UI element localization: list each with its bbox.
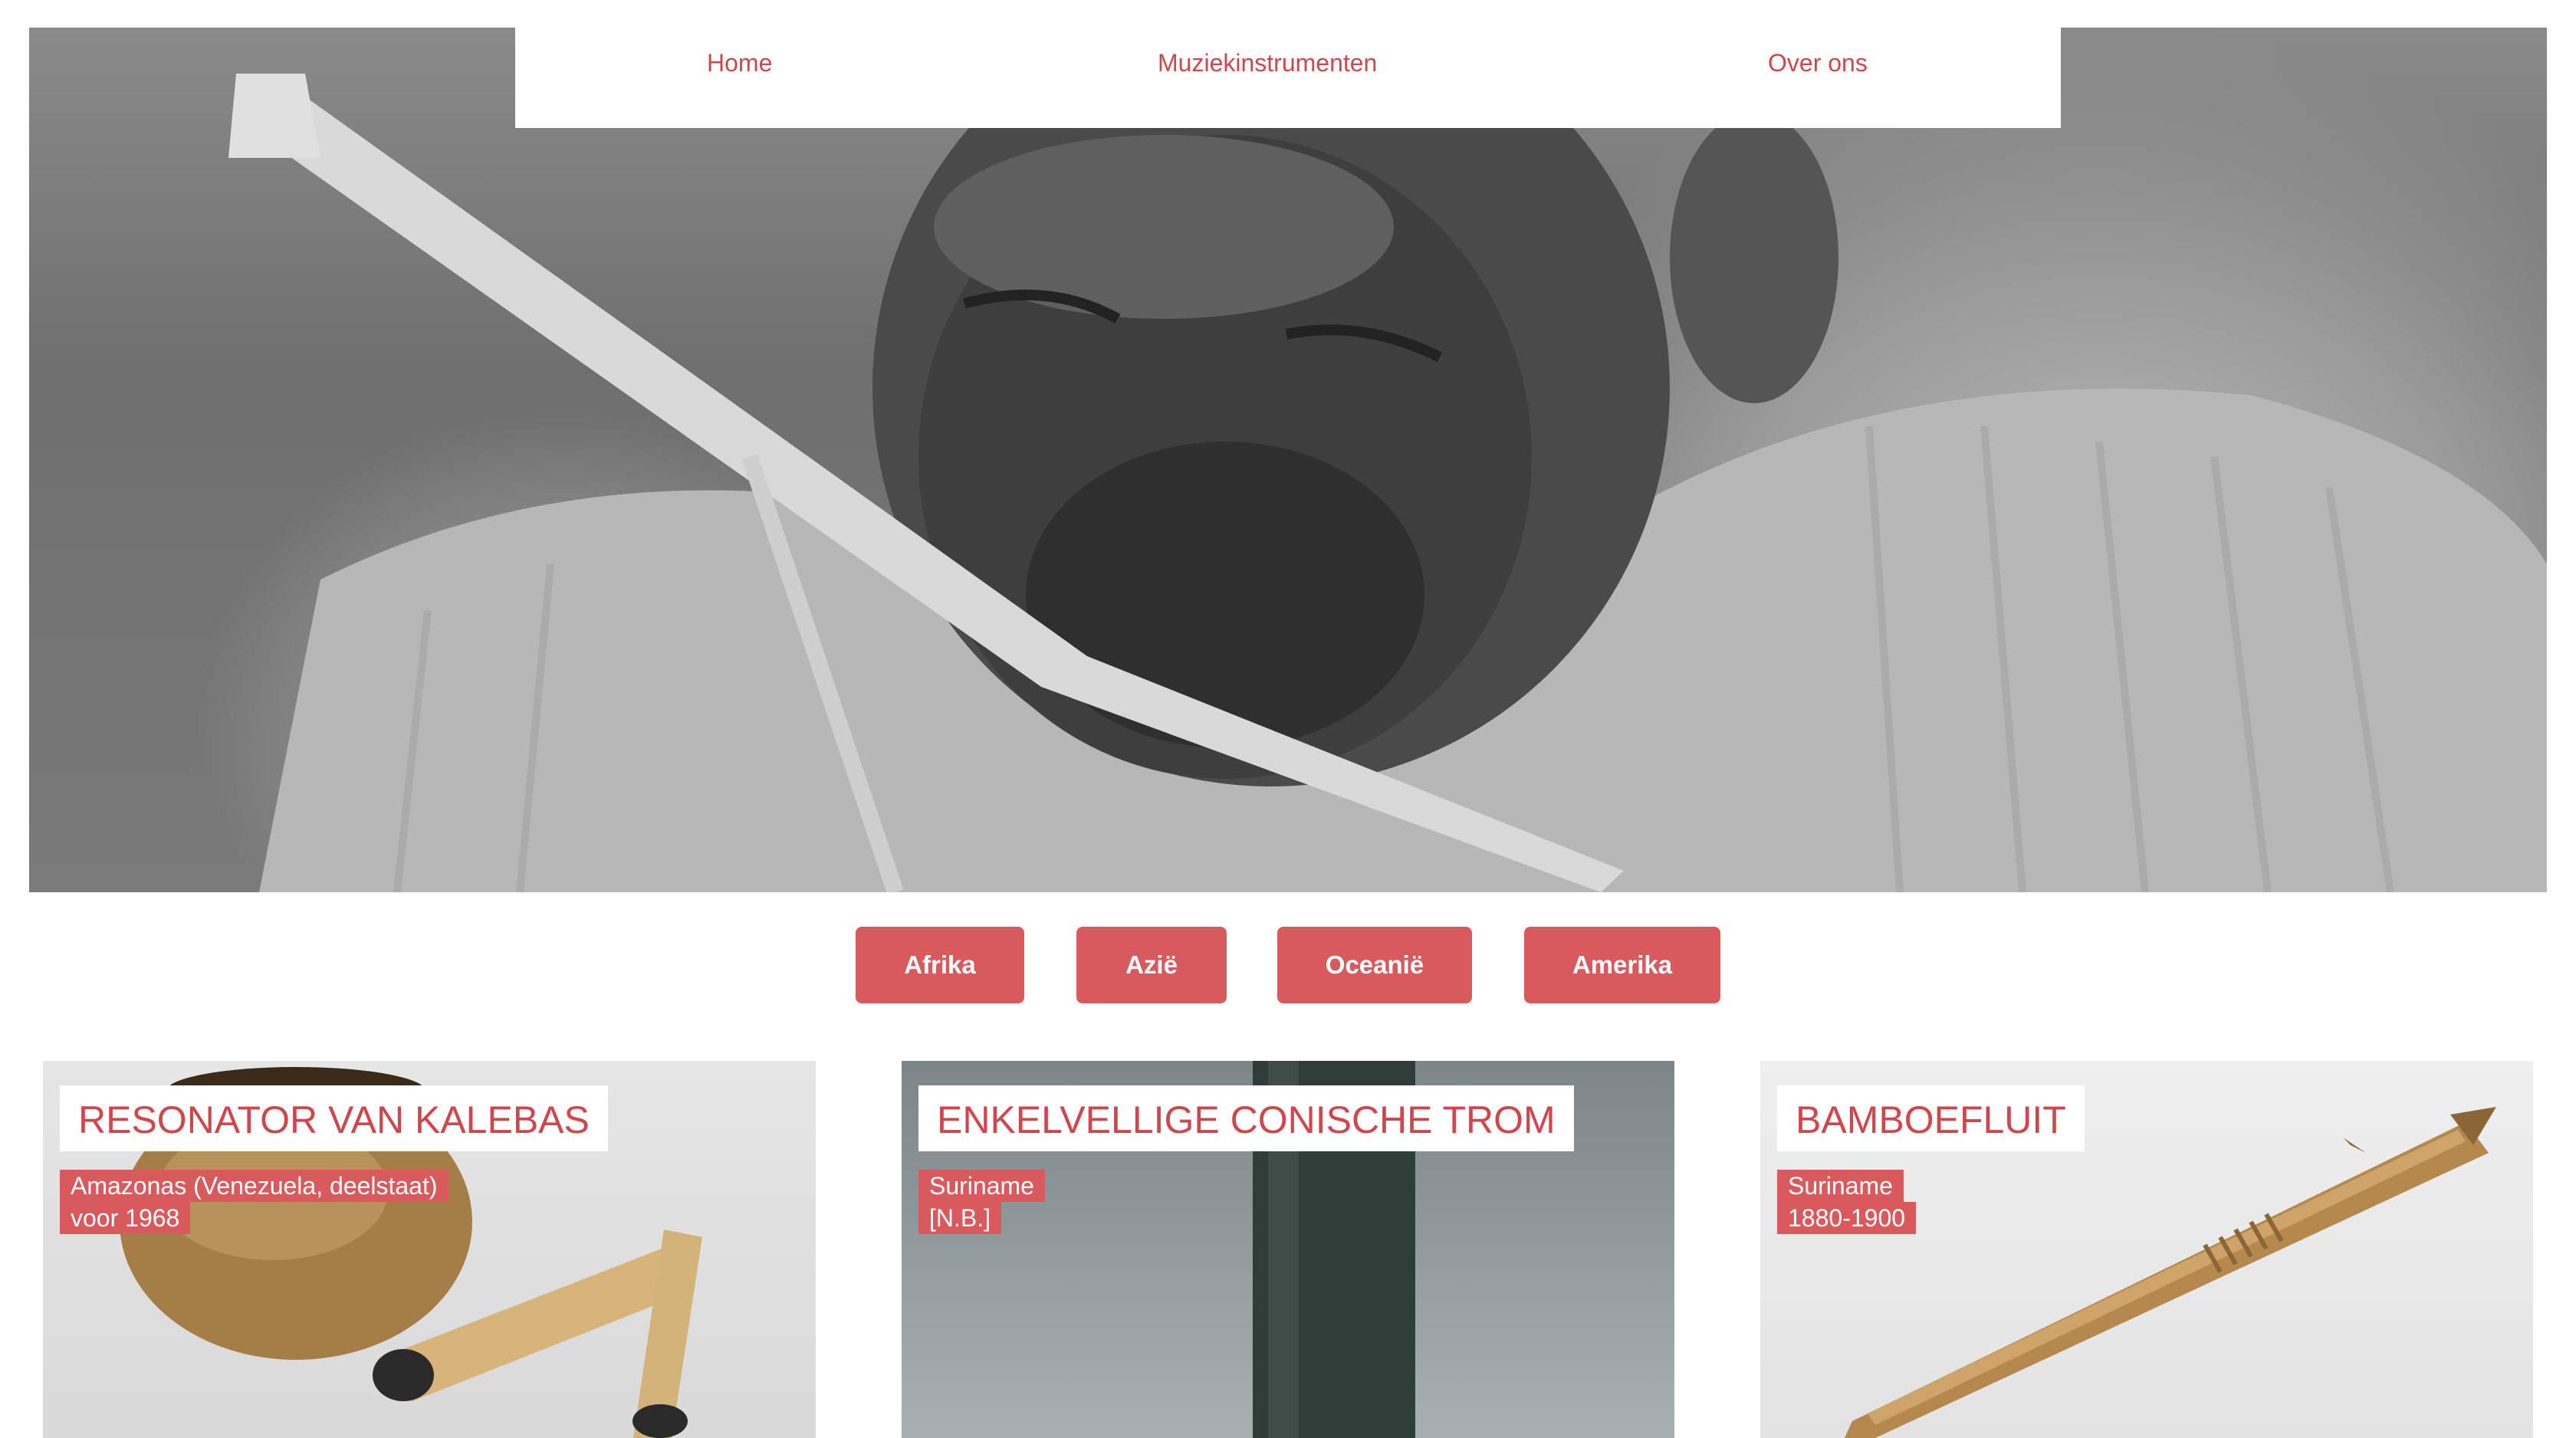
card-place: Suriname xyxy=(918,1170,1045,1202)
instrument-card[interactable]: RESONATOR VAN KALEBAS Amazonas (Venezuel… xyxy=(43,1061,816,1438)
card-title: ENKELVELLIGE CONISCHE TROM xyxy=(918,1085,1574,1151)
flute-player-photo xyxy=(228,28,2547,892)
card-place: Amazonas (Venezuela, deelstaat) xyxy=(60,1170,449,1202)
card-meta: Amazonas (Venezuela, deelstaat) voor 196… xyxy=(60,1170,449,1234)
card-place: Suriname xyxy=(1777,1170,1904,1202)
top-nav: Home Muziekinstrumenten Over ons xyxy=(515,0,2061,128)
region-button-oceanie[interactable]: Oceanië xyxy=(1277,927,1472,1003)
instrument-card[interactable]: BAMBOEFLUIT Suriname 1880-1900 xyxy=(1760,1061,2533,1438)
card-date: voor 1968 xyxy=(60,1202,191,1234)
nav-muziekinstrumenten-link[interactable]: Muziekinstrumenten xyxy=(1158,49,1377,77)
card-title: BAMBOEFLUIT xyxy=(1777,1085,2085,1151)
card-title: RESONATOR VAN KALEBAS xyxy=(60,1085,608,1151)
region-button-amerika[interactable]: Amerika xyxy=(1524,927,1720,1003)
region-filter-bar: Afrika Azië Oceanië Amerika xyxy=(0,927,2576,1003)
region-button-afrika[interactable]: Afrika xyxy=(856,927,1024,1003)
card-meta: Suriname 1880-1900 xyxy=(1777,1170,1917,1234)
region-button-azie[interactable]: Azië xyxy=(1076,927,1227,1003)
card-date: [N.B.] xyxy=(918,1202,1002,1234)
card-meta: Suriname [N.B.] xyxy=(918,1170,1045,1234)
card-date: 1880-1900 xyxy=(1777,1202,1917,1234)
nav-home-link[interactable]: Home xyxy=(707,49,772,77)
instrument-card[interactable]: ENKELVELLIGE CONISCHE TROM Suriname [N.B… xyxy=(902,1061,1674,1438)
hero-photo xyxy=(29,28,2547,892)
nav-over-ons-link[interactable]: Over ons xyxy=(1768,49,1868,77)
